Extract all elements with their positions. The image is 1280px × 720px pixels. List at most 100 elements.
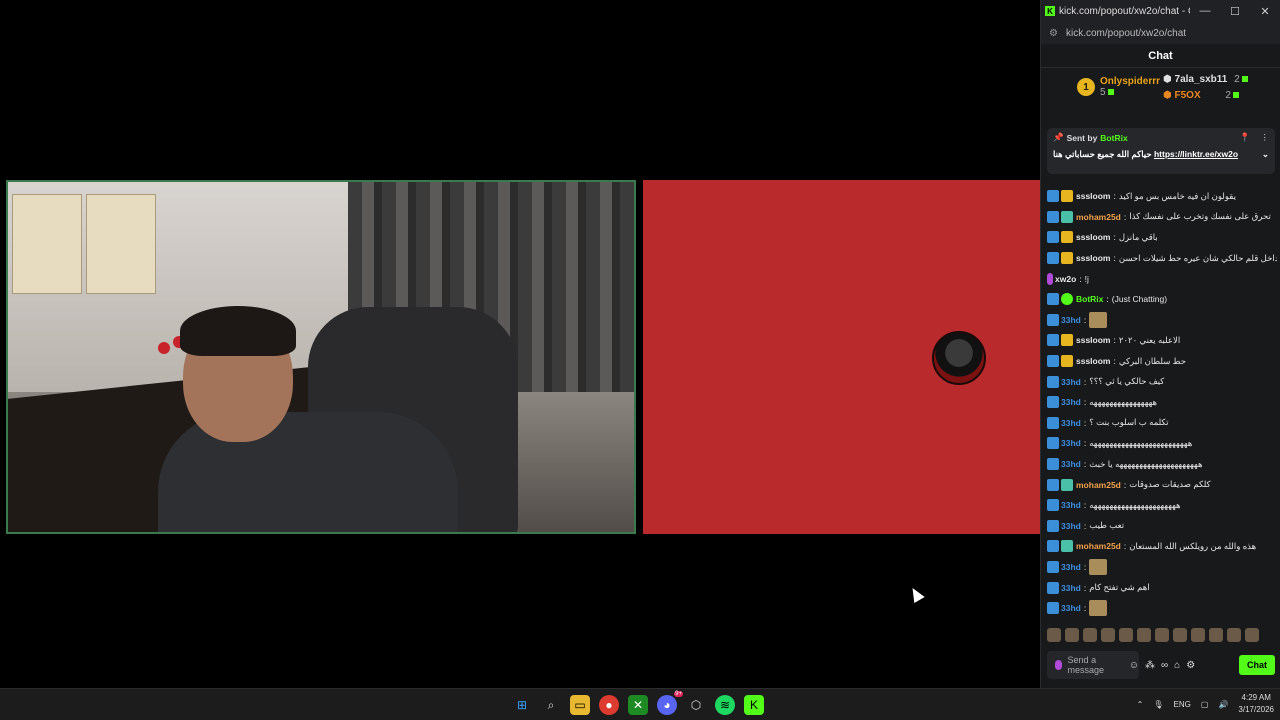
address-bar[interactable]: ⚙ kick.com/popout/xw2o/chat bbox=[1041, 22, 1280, 44]
volume-icon[interactable]: 🔊 bbox=[1218, 700, 1228, 709]
maximize-button[interactable]: ☐ bbox=[1220, 5, 1250, 18]
search-icon[interactable]: ⌕ bbox=[541, 695, 561, 715]
leaderboard-first-count: 5 bbox=[1100, 87, 1106, 98]
emote-icon[interactable] bbox=[1227, 628, 1241, 642]
emote-icon[interactable] bbox=[1155, 628, 1169, 642]
chat-username[interactable]: 33hd bbox=[1061, 500, 1081, 510]
unpin-icon[interactable]: 📍 bbox=[1240, 132, 1251, 143]
pin-icon: 📌 bbox=[1053, 132, 1064, 142]
chat-message: moham25d: كلكم صديقات صدوقات bbox=[1047, 474, 1277, 495]
store-icon[interactable]: ⌂ bbox=[1174, 660, 1180, 671]
site-settings-icon[interactable]: ⚙ bbox=[1049, 28, 1058, 39]
emote-image[interactable] bbox=[1089, 311, 1108, 328]
chat-username[interactable]: 33hd bbox=[1061, 521, 1081, 531]
chat-username[interactable]: sssloom bbox=[1076, 335, 1111, 345]
emote-icon[interactable] bbox=[1137, 628, 1151, 642]
leaderboard-second-name[interactable]: 7ala_sxb11 bbox=[1175, 74, 1228, 85]
chat-username[interactable]: 33hd bbox=[1061, 397, 1081, 407]
time: 4:29 AM bbox=[1241, 693, 1271, 702]
emote-image[interactable] bbox=[1089, 558, 1108, 575]
chevron-up-icon[interactable]: ⌃ bbox=[1137, 700, 1144, 709]
microphone-tray-icon[interactable]: 🎙 bbox=[1153, 700, 1163, 709]
date: 3/17/2026 bbox=[1238, 705, 1274, 714]
chat-username[interactable]: 33hd bbox=[1061, 603, 1081, 613]
pinned-message[interactable]: 📌 Sent by BotRix 📍 ⋮ حياكم الله جميع حسا… bbox=[1047, 128, 1275, 174]
chat-username[interactable]: sssloom bbox=[1076, 232, 1111, 242]
chat-input-bar: Send a message ☺ ⁂ ∞ ⌂ ⚙ Chat bbox=[1047, 650, 1275, 680]
discord-icon[interactable]: ◕ 9+ bbox=[657, 691, 683, 715]
chat-message: 33hd: bbox=[1047, 310, 1277, 331]
chat-message-text: تعب طيب bbox=[1089, 520, 1125, 531]
microphone-icon[interactable] bbox=[1055, 660, 1062, 670]
chat-username[interactable]: 33hd bbox=[1061, 459, 1081, 469]
emote-icon[interactable] bbox=[1245, 628, 1259, 642]
username-separator: : bbox=[1083, 603, 1087, 614]
leaderboard-first-name[interactable]: Onlyspiderrr bbox=[1100, 76, 1160, 87]
chat-username[interactable]: moham25d bbox=[1076, 212, 1121, 222]
gift-badge-icon bbox=[1061, 210, 1073, 223]
emote-icon[interactable] bbox=[1065, 628, 1079, 642]
username-separator: : bbox=[1083, 397, 1087, 408]
chrome-icon[interactable]: ● bbox=[599, 695, 619, 715]
emote-icon[interactable] bbox=[1119, 628, 1133, 642]
infinity-icon[interactable]: ∞ bbox=[1161, 660, 1168, 671]
chat-username[interactable]: 33hd bbox=[1061, 377, 1081, 387]
chat-username[interactable]: sssloom bbox=[1076, 356, 1111, 366]
leaderboard-third-name[interactable]: F5OX bbox=[1175, 90, 1201, 101]
clock[interactable]: 4:29 AM 3/17/2026 bbox=[1238, 692, 1274, 716]
emote-image[interactable] bbox=[1089, 600, 1108, 617]
chat-username[interactable]: sssloom bbox=[1076, 191, 1111, 201]
rank-one-badge: 1 bbox=[1077, 78, 1095, 96]
chat-username[interactable]: 33hd bbox=[1061, 583, 1081, 593]
emote-icon[interactable] bbox=[1173, 628, 1187, 642]
file-explorer-icon[interactable]: ▭ bbox=[570, 695, 590, 715]
xbox-icon[interactable]: ✕ bbox=[628, 695, 648, 715]
chat-username[interactable]: 33hd bbox=[1061, 438, 1081, 448]
chat-message-text: يقولون ان فيه خامس بس مو اكيد bbox=[1118, 190, 1236, 201]
chat-username[interactable]: xw2o bbox=[1055, 274, 1076, 284]
subscriber-badge-icon bbox=[1047, 231, 1059, 244]
chat-message: BotRix: (Just Chatting) bbox=[1047, 289, 1277, 310]
chat-message-text: هههههههههههههههههههههههههه bbox=[1089, 437, 1193, 448]
window-title: kick.com/popout/xw2o/chat - Goo... bbox=[1059, 5, 1190, 17]
subscriber-badge-icon bbox=[1047, 375, 1059, 388]
send-chat-button[interactable]: Chat bbox=[1239, 655, 1275, 675]
share-icon[interactable]: ⁂ bbox=[1145, 660, 1155, 671]
windows-start-icon[interactable]: ⊞ bbox=[512, 695, 532, 715]
chat-message: 33hd: تكلمه ب اسلوب بنت ؟ bbox=[1047, 413, 1277, 434]
emote-icon[interactable] bbox=[1083, 628, 1097, 642]
pinned-link[interactable]: https://linktr.ee/xw2o bbox=[1154, 149, 1238, 159]
username-separator: : bbox=[1123, 541, 1127, 552]
chat-username[interactable]: moham25d bbox=[1076, 480, 1121, 490]
language-indicator[interactable]: ENG bbox=[1174, 700, 1191, 709]
emoji-icon[interactable]: ☺ bbox=[1129, 660, 1139, 671]
leaderboard-second-count: 2 bbox=[1234, 74, 1240, 85]
chat-username[interactable]: 33hd bbox=[1061, 418, 1081, 428]
emote-quick-bar bbox=[1047, 628, 1275, 646]
subscriber-badge-icon bbox=[1047, 437, 1059, 450]
settings-icon[interactable]: ⚙ bbox=[1186, 660, 1195, 671]
emote-icon[interactable] bbox=[1047, 628, 1061, 642]
chat-username[interactable]: moham25d bbox=[1076, 541, 1121, 551]
pinned-sender[interactable]: BotRix bbox=[1100, 133, 1127, 143]
more-options-icon[interactable]: ⋮ bbox=[1261, 132, 1270, 143]
chat-username[interactable]: sssloom bbox=[1076, 253, 1111, 263]
chevron-down-icon[interactable]: ⌄ bbox=[1262, 149, 1269, 160]
username-separator: : bbox=[1113, 335, 1116, 346]
chat-username[interactable]: 33hd bbox=[1061, 315, 1081, 325]
app-cube-icon[interactable]: ⬡ bbox=[686, 695, 706, 715]
network-icon[interactable]: ▢ bbox=[1201, 700, 1209, 709]
username-separator: : bbox=[1113, 191, 1116, 202]
minimize-button[interactable]: — bbox=[1190, 5, 1220, 17]
chat-username[interactable]: 33hd bbox=[1061, 562, 1081, 572]
emote-icon[interactable] bbox=[1209, 628, 1223, 642]
spotify-icon[interactable]: ≋ bbox=[715, 695, 735, 715]
close-button[interactable]: ✕ bbox=[1250, 5, 1280, 18]
kick-app-icon[interactable]: K bbox=[744, 695, 764, 715]
leaderboard-first: 1 Onlyspiderrr 5 bbox=[1077, 76, 1160, 98]
chat-input[interactable]: Send a message ☺ bbox=[1047, 651, 1139, 679]
chat-message-text: هههههههههههههههههههههه يا خبث bbox=[1089, 458, 1203, 469]
emote-icon[interactable] bbox=[1101, 628, 1115, 642]
chat-username[interactable]: BotRix bbox=[1076, 294, 1103, 304]
emote-icon[interactable] bbox=[1191, 628, 1205, 642]
